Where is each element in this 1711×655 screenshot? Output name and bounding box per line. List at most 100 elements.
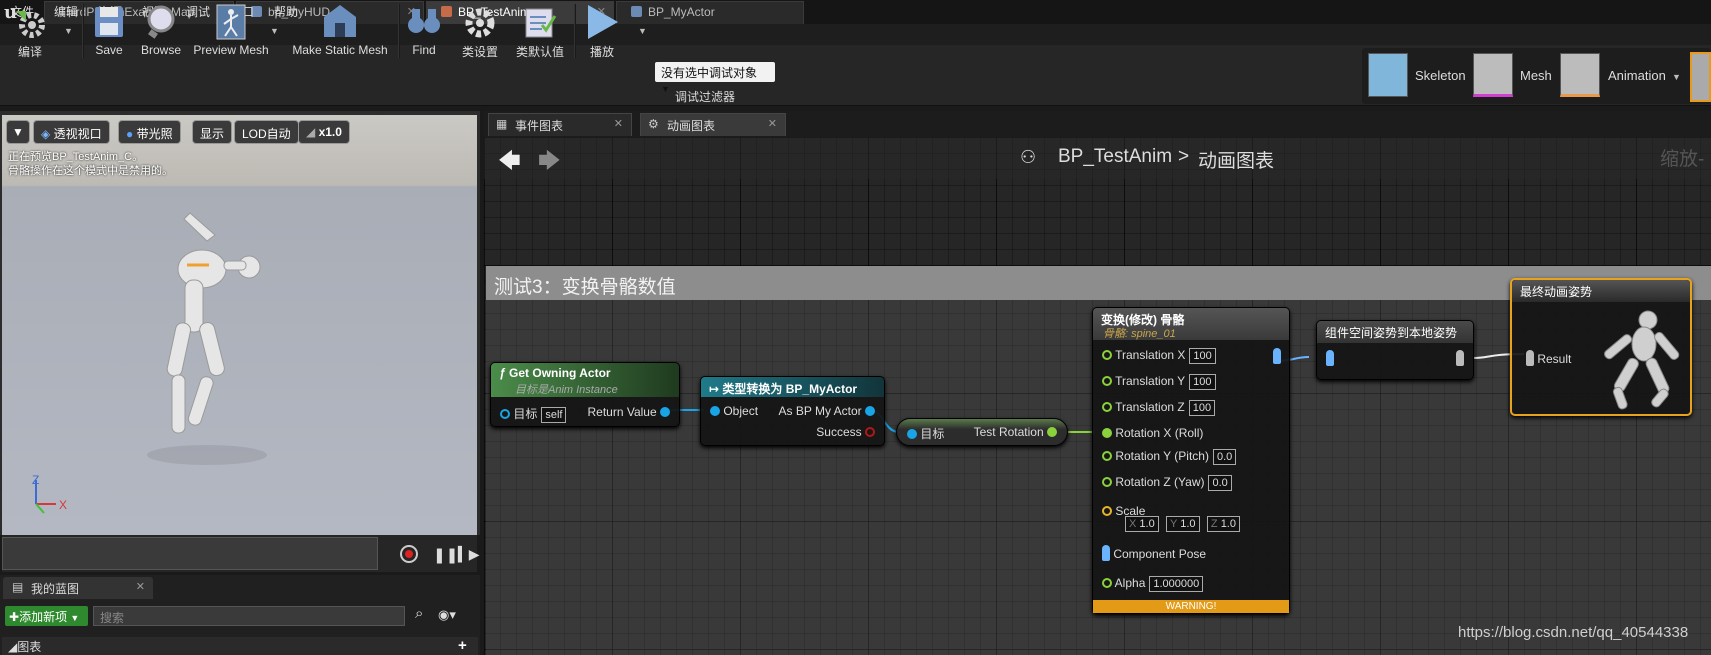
- lod-button[interactable]: LOD自动: [234, 120, 299, 144]
- scale-x-value[interactable]: X 1.0: [1125, 516, 1159, 532]
- search-input[interactable]: 搜索: [93, 606, 405, 626]
- close-icon[interactable]: ✕: [614, 117, 623, 130]
- preview-viewport[interactable]: [2, 115, 477, 535]
- plus-icon: ✚: [9, 610, 20, 624]
- show-button[interactable]: 显示: [192, 120, 233, 144]
- tab-event-graph[interactable]: ▦ 事件图表 ✕: [488, 113, 632, 136]
- translation-y-pin[interactable]: Translation Y 100: [1102, 374, 1216, 390]
- speed-icon: ◢: [306, 125, 316, 139]
- debug-filter-label: 调试过滤器: [675, 90, 736, 104]
- back-arrow-icon[interactable]: 🡄: [498, 144, 521, 182]
- target-pin[interactable]: 目标 self: [500, 405, 567, 423]
- component-to-local-node[interactable]: 组件空间姿势到本地姿势: [1316, 320, 1474, 380]
- test-rotation-output-pin[interactable]: Test Rotation: [974, 425, 1057, 439]
- debug-object-select[interactable]: 没有选中调试对象 ▼: [655, 62, 775, 94]
- breadcrumb-asset[interactable]: BP_TestAnim: [1058, 146, 1172, 168]
- perspective-view-button[interactable]: ◈ 透视视口: [33, 120, 110, 144]
- rotation-y-pin[interactable]: Rotation Y (Pitch) 0.0: [1102, 449, 1237, 465]
- target-self-value[interactable]: self: [541, 407, 567, 423]
- object-pin-icon: [500, 409, 510, 419]
- output-pose-pin[interactable]: [1273, 348, 1281, 364]
- compile-label: 编译: [17, 45, 42, 59]
- rotation-x-pin[interactable]: Rotation X (Roll): [1102, 426, 1203, 440]
- pause-button[interactable]: ❚❚: [433, 546, 458, 564]
- mesh-mode-button[interactable]: Mesh: [1520, 68, 1552, 83]
- mesh-mode-icon[interactable]: [1473, 53, 1513, 97]
- translation-y-value[interactable]: 100: [1189, 374, 1216, 390]
- forward-arrow-icon[interactable]: 🡆: [538, 144, 561, 182]
- lit-mode-button[interactable]: ● 带光照: [118, 120, 181, 144]
- toolbar-separator: [82, 4, 84, 58]
- preview-mesh-dropdown-icon[interactable]: ▼: [270, 26, 279, 36]
- play-dropdown-icon[interactable]: ▼: [638, 26, 647, 36]
- node-title: 类型转换为 BP_MyActor: [722, 382, 858, 396]
- menu-edit[interactable]: 编辑: [54, 3, 78, 20]
- perspective-icon: ◈: [41, 127, 51, 141]
- warning-banner: WARNING!: [1093, 600, 1289, 613]
- component-pose-pin[interactable]: Component Pose: [1102, 545, 1206, 561]
- final-animation-pose-node[interactable]: 最终动画姿势 Result: [1510, 278, 1692, 416]
- get-owning-actor-node[interactable]: ƒ Get Owning Actor 目标是Anim Instance 目标 se…: [490, 362, 680, 427]
- search-icon[interactable]: ⌕: [415, 605, 423, 622]
- alpha-pin[interactable]: Alpha 1.000000: [1102, 576, 1204, 592]
- step-forward-button[interactable]: ▍▶: [458, 546, 480, 563]
- tab-my-blueprint[interactable]: ▤ 我的蓝图 ✕: [3, 577, 153, 599]
- scale-z-value[interactable]: Z 1.0: [1206, 516, 1240, 532]
- success-pin[interactable]: Success: [816, 425, 875, 439]
- animation-mode-icon[interactable]: [1560, 53, 1600, 97]
- translation-x-pin[interactable]: Translation X 100: [1102, 348, 1216, 364]
- object-input-pin[interactable]: Object: [710, 404, 758, 418]
- visibility-eye-icon[interactable]: ◉▾: [438, 607, 456, 623]
- local-pose-output-pin[interactable]: [1456, 350, 1464, 366]
- timeline-scrubber[interactable]: [2, 537, 378, 570]
- scale-x-axis: X: [1129, 518, 1137, 530]
- tab-anim-graph[interactable]: ⚙ 动画图表 ✕: [640, 113, 786, 136]
- translation-z-pin[interactable]: Translation Z 100: [1102, 400, 1216, 416]
- viewport-options-dropdown[interactable]: ▼: [6, 120, 30, 144]
- cast-to-bp-myactor-node[interactable]: ↦ 类型转换为 BP_MyActor Object As BP My Actor…: [700, 376, 885, 446]
- make-static-mesh-button[interactable]: Make Static Mesh: [290, 3, 390, 59]
- blueprint-mode-icon[interactable]: [1690, 52, 1711, 102]
- scale-y-value[interactable]: Y 1.0: [1166, 516, 1200, 532]
- transform-modify-bone-node[interactable]: 变换(修改) 骨骼 骨骼: spine_01 Translation X 100 …: [1092, 307, 1290, 614]
- return-value-pin[interactable]: Return Value: [588, 405, 670, 419]
- rotation-z-pin[interactable]: Rotation Z (Yaw) 0.0: [1102, 475, 1232, 491]
- vector-pin-icon: [1102, 506, 1112, 516]
- class-settings-button[interactable]: 类设置: [458, 3, 502, 59]
- add-graph-plus-icon[interactable]: +: [458, 637, 467, 654]
- node-subtitle: 骨骼: spine_01: [1103, 328, 1176, 340]
- playback-speed-button[interactable]: ◢ x1.0: [298, 120, 350, 144]
- translation-x-value[interactable]: 100: [1189, 348, 1216, 364]
- close-icon[interactable]: ✕: [136, 580, 145, 593]
- translation-z-value[interactable]: 100: [1188, 400, 1216, 416]
- save-button[interactable]: Save: [88, 3, 130, 59]
- preview-mesh-button[interactable]: Preview Mesh: [190, 3, 272, 59]
- close-icon[interactable]: ✕: [768, 117, 777, 130]
- skeleton-mode-button[interactable]: Skeleton: [1415, 68, 1466, 83]
- float-pin-icon: [1102, 428, 1112, 438]
- animation-mode-button[interactable]: Animation: [1608, 68, 1666, 83]
- result-pin[interactable]: Result: [1526, 350, 1571, 366]
- breadcrumb-graph[interactable]: 动画图表: [1198, 146, 1274, 173]
- tab-bp-myactor[interactable]: BP_MyActor: [616, 1, 804, 24]
- rotation-z-value[interactable]: 0.0: [1208, 475, 1232, 491]
- pose-pin-icon: [1273, 348, 1281, 364]
- graphs-section-header[interactable]: ◢图表: [2, 637, 478, 655]
- component-pose-input-pin[interactable]: [1326, 350, 1334, 366]
- as-bp-my-actor-pin[interactable]: As BP My Actor: [779, 404, 875, 418]
- skeleton-mode-icon[interactable]: [1368, 53, 1408, 97]
- add-new-button[interactable]: ✚添加新项 ▼: [5, 606, 88, 626]
- record-button[interactable]: [400, 545, 418, 563]
- alpha-value[interactable]: 1.000000: [1149, 576, 1204, 592]
- compile-button[interactable]: 编译: [6, 3, 54, 59]
- class-defaults-button[interactable]: 类默认值: [512, 3, 568, 59]
- animation-dropdown-icon[interactable]: ▼: [1672, 72, 1681, 82]
- find-button[interactable]: Find: [404, 3, 444, 59]
- browse-button[interactable]: Browse: [138, 3, 184, 59]
- compile-dropdown-icon[interactable]: ▼: [64, 26, 73, 36]
- test-rotation-variable-node[interactable]: 目标 Test Rotation: [896, 418, 1068, 446]
- target-pin[interactable]: 目标: [907, 425, 944, 442]
- play-button[interactable]: 播放: [580, 3, 624, 59]
- rotation-y-value[interactable]: 0.0: [1212, 449, 1237, 465]
- pin-label: Component Pose: [1113, 547, 1207, 561]
